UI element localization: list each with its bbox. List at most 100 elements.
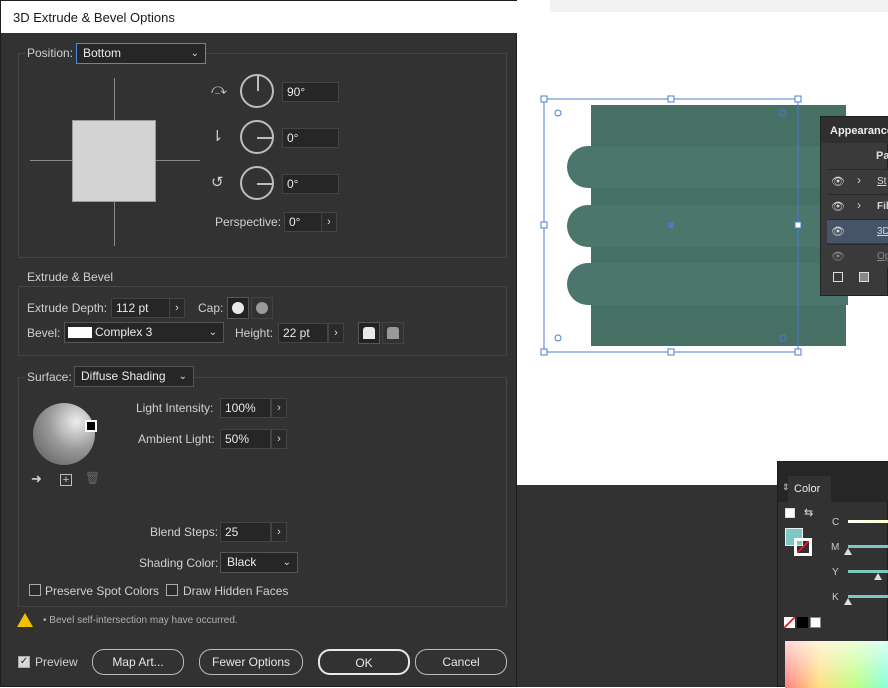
add-fill-icon[interactable]: [859, 272, 869, 282]
ambient-light-arrow-button[interactable]: ›: [271, 429, 287, 449]
preserve-spot-checkbox[interactable]: [29, 584, 41, 596]
handle-top-center[interactable]: [667, 95, 675, 103]
rotate-x-dial[interactable]: [240, 74, 274, 108]
bevel-select[interactable]: Complex 3 ⌄: [64, 322, 224, 343]
light-source-handle[interactable]: [85, 420, 97, 432]
draw-hidden-label: Draw Hidden Faces: [183, 584, 289, 598]
ok-button[interactable]: OK: [318, 649, 410, 675]
slider-c[interactable]: [848, 520, 888, 523]
artwork-rounded-bar-2: [567, 205, 848, 247]
appearance-row-label: St: [877, 176, 887, 187]
light-intensity-arrow-button[interactable]: ›: [271, 398, 287, 418]
move-light-back-icon[interactable]: ➜: [31, 471, 42, 487]
swap-colors-icon[interactable]: ⇆: [804, 506, 813, 519]
rotate-y-input[interactable]: 0°: [282, 128, 339, 148]
warning-message: • Bevel self-intersection may have occur…: [43, 615, 238, 626]
rotate-z-dial[interactable]: [240, 166, 274, 200]
extrude-depth-input[interactable]: 112 pt: [111, 298, 170, 318]
corner-widget-bl[interactable]: [554, 334, 562, 342]
chevron-right-icon[interactable]: ›: [857, 198, 861, 212]
position-select[interactable]: Bottom ⌄: [76, 43, 206, 64]
bevel-select-value: Complex 3: [95, 325, 153, 339]
position-select-value: Bottom: [83, 46, 122, 60]
color-panel[interactable]: ⇕ Color ⇆ C M Y K: [777, 461, 888, 688]
corner-widget-tl[interactable]: [554, 109, 562, 117]
rotate-x-input[interactable]: 90°: [282, 82, 339, 102]
height-arrow-button[interactable]: ›: [328, 323, 344, 343]
appearance-row-stroke[interactable]: 👁 › St: [827, 169, 888, 193]
black-swatch[interactable]: [797, 617, 808, 628]
new-light-icon[interactable]: +: [60, 474, 72, 486]
stroke-swatch-none[interactable]: [794, 538, 812, 556]
shading-color-select[interactable]: Black ⌄: [220, 552, 298, 573]
rotate-z-input[interactable]: 0°: [282, 174, 339, 194]
cap-on-button[interactable]: [227, 297, 249, 319]
fewer-options-button[interactable]: Fewer Options: [199, 649, 303, 675]
handle-top-left[interactable]: [540, 95, 548, 103]
shading-color-value: Black: [227, 555, 257, 569]
cap-off-button[interactable]: [251, 297, 273, 319]
slider-y[interactable]: [848, 570, 888, 573]
bevel-extent-out-button[interactable]: [358, 322, 380, 344]
handle-top-right[interactable]: [794, 95, 802, 103]
surface-select[interactable]: Diffuse Shading ⌄: [74, 366, 194, 387]
eye-icon[interactable]: 👁: [831, 175, 845, 188]
lighting-sphere[interactable]: [33, 403, 95, 465]
blend-steps-arrow-button[interactable]: ›: [271, 522, 287, 542]
eye-icon[interactable]: 👁: [831, 250, 845, 263]
map-art-button[interactable]: Map Art...: [92, 649, 184, 675]
perspective-input[interactable]: 0°: [284, 212, 322, 232]
rotation-cube-preview[interactable]: [30, 78, 200, 246]
cap-on-icon: [232, 302, 244, 314]
chevron-down-icon: ⌄: [178, 371, 187, 382]
blend-steps-input[interactable]: 25: [220, 522, 271, 542]
preview-checkbox[interactable]: ✓: [18, 656, 30, 668]
eye-icon[interactable]: 👁: [831, 225, 845, 238]
delete-light-icon[interactable]: 🗑: [85, 471, 100, 485]
appearance-row-opacity[interactable]: 👁 Op: [827, 244, 888, 268]
ambient-light-input[interactable]: 50%: [220, 429, 271, 449]
cancel-button[interactable]: Cancel: [415, 649, 507, 675]
dialog-title[interactable]: 3D Extrude & Bevel Options: [1, 1, 518, 33]
extrude-depth-arrow-button[interactable]: ›: [169, 298, 185, 318]
perspective-arrow-button[interactable]: ›: [321, 212, 337, 232]
draw-hidden-checkbox[interactable]: [166, 584, 178, 596]
default-colors-icon[interactable]: [785, 508, 795, 518]
color-panel-header: ⇕ Color: [778, 462, 888, 502]
extrude-bevel-dialog: 3D Extrude & Bevel Options Position: Bot…: [0, 0, 518, 687]
shading-color-label: Shading Color:: [139, 556, 219, 570]
rotate-x-icon: ⤼: [211, 81, 228, 98]
preview-cube-face: [72, 120, 156, 202]
handle-middle-right[interactable]: [794, 221, 802, 229]
color-panel-tab[interactable]: Color: [788, 476, 831, 502]
dial-needle: [257, 137, 272, 139]
appearance-row-3d[interactable]: 👁 3D: [827, 219, 888, 243]
rotate-y-dial[interactable]: [240, 120, 274, 154]
light-intensity-label: Light Intensity:: [136, 401, 214, 415]
appearance-panel[interactable]: Appearance Pa 👁 › St 👁 › Fil 👁 3D 👁 Op: [820, 116, 888, 296]
white-swatch[interactable]: [810, 617, 821, 628]
slider-m[interactable]: [848, 545, 888, 548]
cap-off-icon: [256, 302, 268, 314]
appearance-row-fill[interactable]: 👁 › Fil: [827, 194, 888, 218]
none-swatch[interactable]: [784, 617, 795, 628]
slider-k-thumb[interactable]: [844, 598, 852, 605]
height-input[interactable]: 22 pt: [278, 323, 328, 343]
handle-bottom-right[interactable]: [794, 348, 802, 356]
bevel-extent-in-button[interactable]: [382, 322, 404, 344]
chevron-right-icon[interactable]: ›: [857, 173, 861, 187]
dial-needle: [257, 183, 272, 185]
chevron-down-icon: ⌄: [282, 557, 291, 568]
artwork-rounded-bar-1: [567, 146, 848, 188]
surface-select-value: Diffuse Shading: [81, 369, 166, 383]
handle-middle-left[interactable]: [540, 221, 548, 229]
handle-bottom-center[interactable]: [667, 348, 675, 356]
handle-bottom-left[interactable]: [540, 348, 548, 356]
eye-icon[interactable]: 👁: [831, 200, 845, 213]
slider-k[interactable]: [848, 595, 888, 598]
light-intensity-input[interactable]: 100%: [220, 398, 271, 418]
channel-label-y: Y: [832, 567, 839, 578]
slider-m-thumb[interactable]: [844, 548, 852, 555]
slider-y-thumb[interactable]: [874, 573, 882, 580]
add-stroke-icon[interactable]: [833, 272, 843, 282]
